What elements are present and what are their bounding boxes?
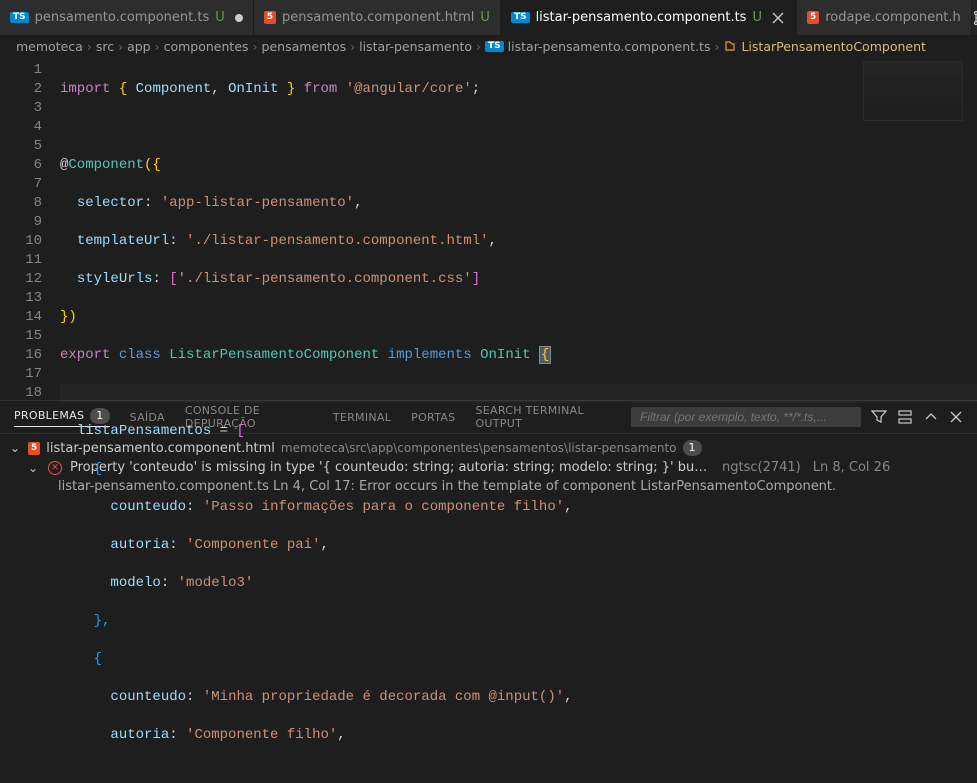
class-icon — [723, 39, 737, 53]
tab-actions: ··· — [972, 10, 977, 26]
crumb-symbol[interactable]: ListarPensamentoComponent — [741, 39, 925, 54]
tab-git-status: U — [215, 10, 225, 25]
tab-listar-pensamento-ts[interactable]: TS listar-pensamento.component.ts U — [501, 0, 797, 35]
tab-pensamento-html[interactable]: 5 pensamento.component.html U — [254, 0, 501, 35]
chevron-down-icon[interactable]: ⌄ — [10, 441, 22, 455]
crumb[interactable]: memoteca — [16, 39, 83, 54]
code-editor[interactable]: 123456789101112131415161718 import { Com… — [0, 57, 977, 400]
chevron-right-icon: › — [350, 39, 355, 54]
ts-icon: TS — [485, 41, 504, 52]
tab-git-status: U — [752, 10, 762, 25]
crumb[interactable]: listar-pensamento — [359, 39, 472, 54]
chevron-right-icon: › — [118, 39, 123, 54]
tab-label: pensamento.component.html — [282, 10, 474, 25]
crumb[interactable]: app — [127, 39, 151, 54]
chevron-down-icon[interactable]: ⌄ — [28, 461, 40, 475]
crumb-file[interactable]: listar-pensamento.component.ts — [508, 39, 711, 54]
breadcrumb[interactable]: memoteca › src › app › componentes › pensame… — [0, 35, 977, 57]
tab-modified-dot — [235, 14, 243, 22]
crumb[interactable]: pensamentos — [262, 39, 347, 54]
crumb[interactable]: componentes — [164, 39, 249, 54]
editor-tab-bar: TS pensamento.component.ts U 5 pensament… — [0, 0, 977, 35]
chevron-right-icon: › — [253, 39, 258, 54]
chevron-right-icon: › — [476, 39, 481, 54]
tab-git-status: U — [480, 10, 490, 25]
html-icon: 5 — [28, 442, 40, 455]
line-number-gutter: 123456789101112131415161718 — [0, 57, 60, 400]
tab-label: pensamento.component.ts — [35, 10, 210, 25]
ts-icon: TS — [10, 12, 29, 23]
chevron-right-icon: › — [714, 39, 719, 54]
tab-rodape-html[interactable]: 5 rodape.component.h — [797, 0, 972, 35]
chevron-right-icon: › — [87, 39, 92, 54]
close-icon[interactable] — [770, 10, 786, 26]
ts-icon: TS — [511, 12, 530, 23]
crumb[interactable]: src — [96, 39, 114, 54]
compare-changes-icon[interactable] — [972, 10, 977, 26]
html-icon: 5 — [807, 11, 819, 24]
code-content[interactable]: import { Component, OnInit } from '@angu… — [60, 57, 977, 400]
tab-pensamento-ts[interactable]: TS pensamento.component.ts U — [0, 0, 254, 35]
chevron-right-icon: › — [155, 39, 160, 54]
tab-label: rodape.component.h — [825, 10, 961, 25]
html-icon: 5 — [264, 11, 276, 24]
tab-label: listar-pensamento.component.ts — [536, 10, 747, 25]
minimap[interactable] — [863, 61, 963, 121]
